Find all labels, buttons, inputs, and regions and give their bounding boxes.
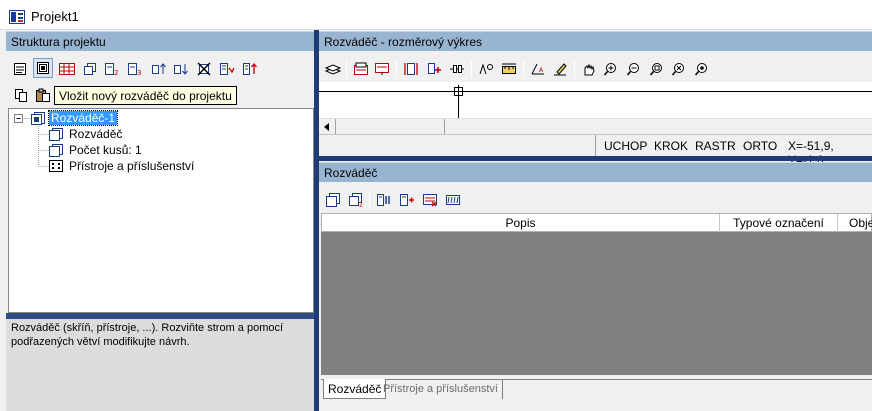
window-title: Projekt1 (31, 9, 79, 24)
description-box: Rozváděč (skříň, přístroje, ...). Rozviň… (6, 319, 314, 411)
grid-toggle[interactable]: RASTR (695, 139, 736, 153)
devices-table-header: Popis Typové označení Obje (321, 213, 872, 232)
paste-icon[interactable] (33, 85, 53, 105)
zoom-all-icon[interactable] (692, 59, 712, 79)
panel-terminal-icon[interactable] (443, 190, 463, 210)
dimension-icon[interactable] (499, 59, 519, 79)
project-structure-header: Struktura projektu (6, 31, 314, 51)
copy-cabinet-icon[interactable] (80, 59, 100, 79)
layers-icon[interactable] (323, 59, 343, 79)
drawing-statusbar: UCHOP KROK RASTR ORTO X=-51,9, Y=-1,0 (319, 134, 872, 167)
move-down-icon[interactable] (171, 59, 191, 79)
svg-text:2: 2 (114, 69, 118, 76)
cabinet-2-icon[interactable]: 2 (102, 59, 122, 79)
cabinet-3-icon[interactable]: 3 (125, 59, 145, 79)
zoom-window-icon[interactable] (647, 59, 667, 79)
zoom-out-icon[interactable] (624, 59, 644, 79)
devices-icon (49, 160, 63, 172)
scroll-left-icon[interactable] (322, 122, 332, 132)
project-tree: Rozváděč-1 Rozváděč Počet kusů: 1 Přístr… (8, 108, 314, 313)
app-icon (9, 10, 25, 24)
svg-text:3: 3 (137, 69, 141, 76)
tree-root-label[interactable]: Rozváděč-1 (47, 110, 119, 126)
panel-device-icon[interactable] (374, 190, 394, 210)
column-type-designation[interactable]: Typové označení (720, 214, 838, 232)
tree-item-label: Počet kusů: 1 (69, 143, 142, 157)
ortho-toggle[interactable]: ORTO (743, 139, 777, 153)
insert-rail-icon[interactable] (447, 59, 467, 79)
drawing-toolbar: A (319, 57, 872, 81)
sort-icon[interactable] (217, 59, 237, 79)
scroll-thumb[interactable] (335, 119, 445, 134)
horizontal-scrollbar[interactable] (319, 118, 872, 134)
tree-item-label: Rozváděč (69, 127, 123, 141)
right-pane-divider[interactable] (319, 156, 872, 161)
svg-text:2: 2 (359, 202, 363, 208)
panel-tabs: Rozváděč Přístroje a příslušenství (321, 379, 872, 399)
switchboard-icon (31, 112, 45, 125)
drawing-crosshair (319, 85, 872, 118)
align-vertical-icon[interactable] (401, 59, 421, 79)
panel-cabinet-icon[interactable] (323, 190, 343, 210)
pan-icon[interactable] (579, 59, 599, 79)
insert-switchboard-tooltip: Vložit nový rozváděč do projektu (54, 86, 237, 105)
measure-icon[interactable]: A (528, 59, 548, 79)
print-preview-icon[interactable] (351, 59, 371, 79)
svg-text:A: A (539, 67, 544, 74)
project-properties-icon[interactable] (10, 59, 30, 79)
copy-icon[interactable] (11, 85, 31, 105)
insert-device-icon[interactable] (424, 59, 444, 79)
shapes-icon[interactable] (476, 59, 496, 79)
switchboard-panel-header: Rozváděč (319, 162, 872, 182)
tab-devices-accessories[interactable]: Přístroje a příslušenství (379, 379, 503, 399)
column-order-code[interactable]: Obje (838, 214, 872, 232)
step-toggle[interactable]: KROK (654, 139, 688, 153)
grid-layout-icon[interactable] (57, 59, 77, 79)
print-icon[interactable] (372, 59, 392, 79)
zoom-in-icon[interactable] (601, 59, 621, 79)
edit-pen-icon[interactable] (550, 59, 570, 79)
title-bar: Projekt1 (0, 0, 872, 30)
move-up-icon[interactable] (149, 59, 169, 79)
drawing-canvas[interactable] (319, 82, 872, 118)
quantity-icon (49, 144, 63, 157)
column-description[interactable]: Popis (322, 214, 720, 232)
delete-icon[interactable] (194, 59, 214, 79)
tree-item-label: Přístroje a příslušenství (69, 159, 195, 173)
panel-remove-icon[interactable] (420, 190, 440, 210)
export-up-icon[interactable] (240, 59, 260, 79)
project-toolbar: 2 3 (8, 57, 314, 81)
snap-toggle[interactable]: UCHOP (604, 139, 647, 153)
insert-switchboard-button[interactable] (33, 58, 53, 78)
panel-add-device-icon[interactable] (397, 190, 417, 210)
zoom-previous-icon[interactable] (669, 59, 689, 79)
drawing-pane-header: Rozváděč - rozměrový výkres (319, 31, 872, 51)
panel-cabinet-2-icon[interactable]: 2 (346, 190, 366, 210)
panel-toolbar: 2 (319, 188, 872, 212)
tab-switchboard[interactable]: Rozváděč (323, 379, 387, 399)
devices-table-body[interactable] (321, 232, 872, 375)
cabinet-icon (49, 128, 63, 141)
